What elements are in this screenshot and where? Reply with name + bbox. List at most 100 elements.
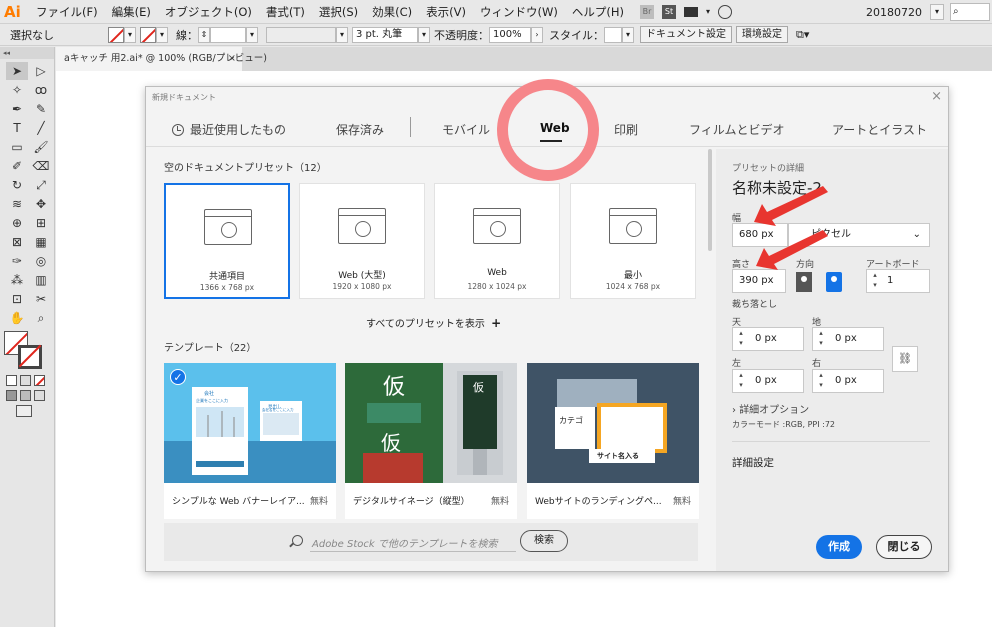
artboard-tool-icon[interactable]: ⊡	[6, 290, 28, 308]
eraser-tool-icon[interactable]: ⌫	[30, 157, 52, 175]
tab-print[interactable]: 印刷	[614, 121, 638, 138]
pen-tool-icon[interactable]: ✒	[6, 100, 28, 118]
scale-tool-icon[interactable]: ⤢	[30, 176, 52, 194]
bridge-icon[interactable]: Br	[639, 4, 654, 19]
slice-tool-icon[interactable]: ✂	[30, 290, 52, 308]
bleed-right-stepper[interactable]: ▴ ▾	[814, 370, 828, 392]
graphic-style-swatch[interactable]	[604, 26, 622, 43]
stroke-weight-dropdown[interactable]: ▾	[246, 26, 258, 43]
rectangle-tool-icon[interactable]: ▭	[6, 138, 28, 156]
draw-inside-icon[interactable]	[34, 390, 45, 401]
stock-icon[interactable]: St	[661, 4, 676, 19]
shaper-tool-icon[interactable]: ✐	[6, 157, 28, 175]
artboard-stepper[interactable]: ▴ ▾	[868, 270, 882, 292]
close-button[interactable]: 閉じる	[876, 535, 932, 559]
more-settings-button[interactable]: 詳細設定	[732, 455, 774, 470]
perspective-grid-tool-icon[interactable]: ⊞	[30, 214, 52, 232]
puppet-warp-tool-icon[interactable]: ✥	[30, 195, 52, 213]
direct-selection-tool-icon[interactable]: ▷	[30, 62, 52, 80]
tools-panel-collapse[interactable]: ◂◂	[0, 47, 54, 59]
menu-help[interactable]: ヘルプ(H)	[572, 4, 624, 20]
type-tool-icon[interactable]: T	[6, 119, 28, 137]
bleed-bottom-stepper[interactable]: ▴ ▾	[814, 328, 828, 350]
brush-dropdown[interactable]: ▾	[418, 26, 430, 43]
opacity-label[interactable]: 不透明度：	[434, 27, 489, 43]
template-card[interactable]: 会社 企業をここに入力 見出し 会社名をここに入力 ✓ シンプルな Web バナ…	[164, 363, 336, 519]
bleed-left-stepper[interactable]: ▴ ▾	[734, 370, 748, 392]
preset-card[interactable]: Web (大型) 1920 x 1080 px	[299, 183, 425, 299]
screen-mode-icon[interactable]	[16, 405, 32, 417]
preset-card[interactable]: 共通項目 1366 x 768 px	[164, 183, 290, 299]
stroke-weight-stepper[interactable]: ⇕	[198, 26, 210, 43]
help-search-input[interactable]: ⌕	[950, 3, 990, 21]
tab-film-video[interactable]: フィルムとビデオ	[689, 121, 785, 138]
blend-tool-icon[interactable]: ◎	[30, 252, 52, 270]
tab-art-illustration[interactable]: アートとイラスト	[832, 121, 927, 138]
zoom-tool-icon[interactable]: ⌕	[30, 309, 52, 327]
workspace-dropdown[interactable]: ▾	[930, 4, 944, 20]
tab-saved[interactable]: 保存済み	[336, 121, 384, 138]
menu-view[interactable]: 表示(V)	[426, 4, 466, 20]
fill-stroke-widget[interactable]	[4, 331, 48, 371]
selection-tool-icon[interactable]: ➤	[6, 62, 28, 80]
preset-card[interactable]: Web 1280 x 1024 px	[434, 183, 560, 299]
opacity-input[interactable]: 100%	[489, 26, 531, 43]
gradient-tool-icon[interactable]: ▦	[30, 233, 52, 251]
show-all-presets-link[interactable]: すべてのプリセットを表示 +	[366, 315, 501, 330]
symbol-sprayer-tool-icon[interactable]: ⁂	[6, 271, 28, 289]
arrange-documents-icon[interactable]: ⧉▾	[796, 28, 809, 42]
close-icon[interactable]: ×	[228, 47, 236, 71]
stroke-dropdown[interactable]: ▾	[156, 26, 168, 43]
menu-file[interactable]: ファイル(F)	[36, 4, 98, 20]
rotate-tool-icon[interactable]: ↻	[6, 176, 28, 194]
opacity-dropdown[interactable]: ›	[531, 26, 543, 43]
graphic-style-dropdown[interactable]: ▾	[622, 26, 634, 43]
bleed-top-stepper[interactable]: ▴ ▾	[734, 328, 748, 350]
gradient-mode-icon[interactable]	[20, 375, 31, 386]
link-bleed-icon[interactable]: ⛓	[892, 346, 918, 372]
stroke-swatch[interactable]	[140, 26, 156, 43]
document-setup-button[interactable]: ドキュメント設定	[640, 26, 732, 43]
preferences-button[interactable]: 環境設定	[736, 26, 788, 43]
template-card[interactable]: カテゴ サイト名入る Webサイトのランディングペ... 無料	[527, 363, 699, 519]
menu-type[interactable]: 書式(T)	[266, 4, 305, 20]
hand-tool-icon[interactable]: ✋	[6, 309, 28, 327]
stroke-swatch-icon[interactable]	[18, 345, 42, 369]
mesh-tool-icon[interactable]: ⊠	[6, 233, 28, 251]
tab-recent[interactable]: 最近使用したもの	[172, 121, 286, 138]
menu-select[interactable]: 選択(S)	[319, 4, 358, 20]
eyedropper-tool-icon[interactable]: ✑	[6, 252, 28, 270]
none-mode-icon[interactable]	[34, 375, 45, 386]
fill-dropdown[interactable]: ▾	[124, 26, 136, 43]
draw-mode-icon[interactable]	[6, 390, 17, 401]
advanced-options-toggle[interactable]: › 詳細オプション	[732, 401, 809, 416]
fill-swatch[interactable]	[108, 26, 124, 43]
color-mode-icon[interactable]	[6, 375, 17, 386]
lasso-tool-icon[interactable]: ꝏ	[30, 81, 52, 99]
line-tool-icon[interactable]: ╱	[30, 119, 52, 137]
search-button[interactable]: 検索	[520, 530, 568, 552]
column-graph-tool-icon[interactable]: ▥	[30, 271, 52, 289]
variable-width-profile[interactable]	[266, 26, 336, 43]
stroke-weight-input[interactable]	[210, 26, 246, 43]
paintbrush-tool-icon[interactable]: 🖌	[30, 138, 52, 156]
template-card[interactable]: 仮 仮 仮 デジタルサイネージ（縦型） 無料	[345, 363, 517, 519]
profile-dropdown[interactable]: ▾	[336, 26, 348, 43]
magic-wand-tool-icon[interactable]: ✧	[6, 81, 28, 99]
brush-definition[interactable]: 3 pt. 丸筆	[352, 26, 418, 43]
document-tab[interactable]: aキャッチ 用2.ai* @ 100% (RGB/プレビュー) ×	[56, 47, 267, 71]
shape-builder-tool-icon[interactable]: ⊕	[6, 214, 28, 232]
workspace-grid-icon[interactable]	[683, 6, 698, 17]
draw-behind-icon[interactable]	[20, 390, 31, 401]
gpu-performance-icon[interactable]	[718, 4, 732, 19]
preset-card[interactable]: 最小 1024 x 768 px	[570, 183, 696, 299]
menu-effect[interactable]: 効果(C)	[372, 4, 412, 20]
workspace-name[interactable]: 20180720	[866, 6, 922, 19]
presets-scrollbar[interactable]	[708, 149, 712, 251]
chevron-down-icon[interactable]: ▾	[706, 7, 710, 16]
close-icon[interactable]: ×	[931, 89, 942, 104]
warp-tool-icon[interactable]: ≋	[6, 195, 28, 213]
create-button[interactable]: 作成	[816, 535, 862, 559]
menu-edit[interactable]: 編集(E)	[112, 4, 151, 20]
menu-object[interactable]: オブジェクト(O)	[165, 4, 252, 20]
